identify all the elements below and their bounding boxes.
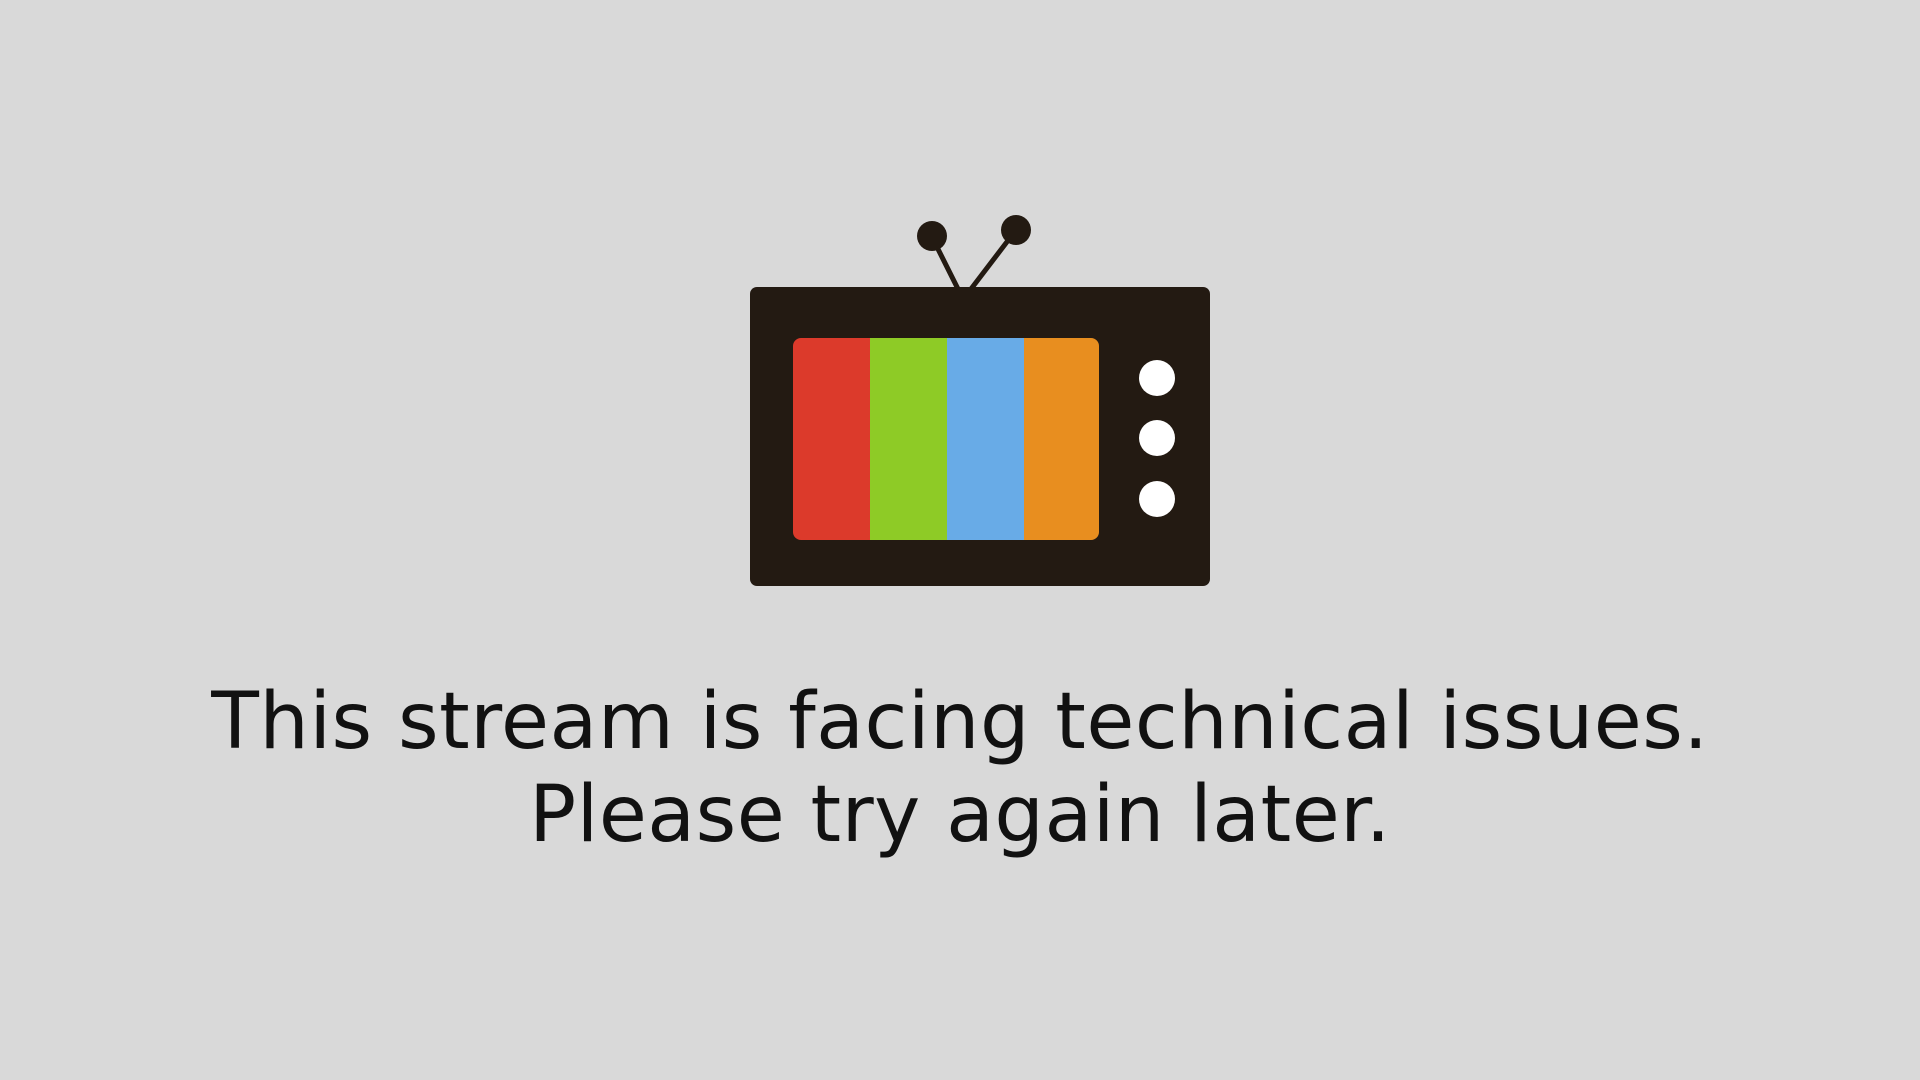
tv-knob-2	[1139, 420, 1175, 456]
tv-bar-red	[793, 338, 871, 540]
tv-antenna-left-tip	[917, 221, 947, 251]
error-message-line-1: This stream is facing technical issues.	[211, 677, 1709, 767]
tv-icon	[750, 215, 1210, 586]
tv-bar-orange	[1024, 338, 1099, 540]
error-message: This stream is facing technical issues. …	[0, 676, 1920, 862]
tv-antenna-right-tip	[1001, 215, 1031, 245]
tv-knob-1	[1139, 360, 1175, 396]
error-message-line-2: Please try again later.	[529, 770, 1391, 860]
offline-screen: This stream is facing technical issues. …	[0, 0, 1920, 1080]
tv-screen	[793, 338, 1099, 540]
tv-knob-3	[1139, 481, 1175, 517]
tv-bar-blue	[947, 338, 1025, 540]
tv-bar-green	[870, 338, 948, 540]
